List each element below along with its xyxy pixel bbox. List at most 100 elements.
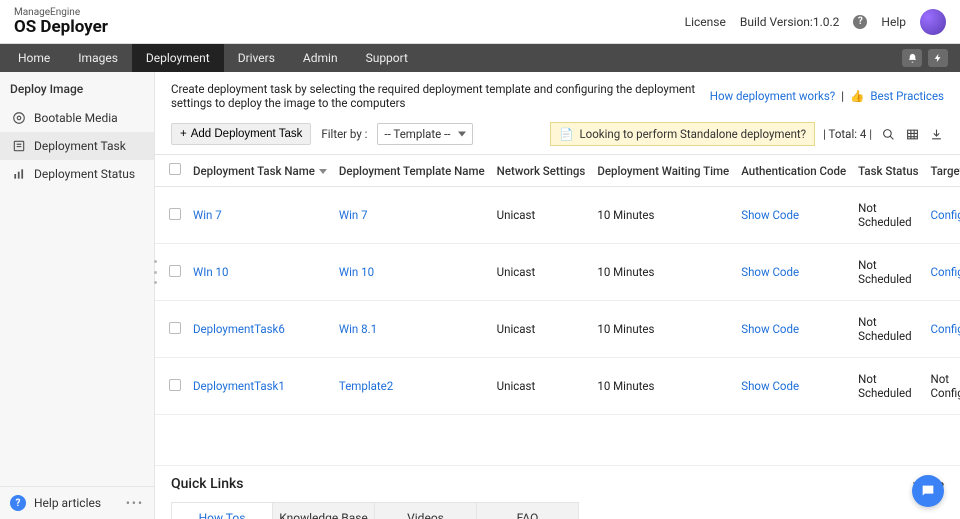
brand: ManageEngine OS Deployer [14, 7, 108, 37]
table-view-icon[interactable] [904, 127, 920, 141]
add-button-label: Add Deployment Task [191, 128, 303, 140]
sidebar-item-deployment-task[interactable]: Deployment Task [0, 132, 154, 160]
template-name-link[interactable]: Template2 [339, 379, 393, 393]
sidebar-heading: Deploy Image [0, 72, 154, 104]
help-icon[interactable]: ? [853, 15, 867, 29]
sidebar: Deploy Image Bootable Media Deployment T… [0, 72, 155, 519]
task-icon [12, 139, 26, 153]
deployment-table: Deployment Task Name Deployment Template… [155, 154, 960, 466]
standalone-text: Looking to perform Standalone deployment… [579, 127, 806, 141]
col-status[interactable]: Task Status [852, 155, 924, 187]
template-name-link[interactable]: Win 10 [339, 265, 374, 279]
show-code-link[interactable]: Show Code [741, 322, 799, 336]
quick-action-icon[interactable] [928, 49, 948, 67]
select-all-checkbox[interactable] [169, 163, 181, 175]
col-network[interactable]: Network Settings [491, 155, 592, 187]
task-name-link[interactable]: DeploymentTask6 [193, 322, 285, 336]
nav-drivers[interactable]: Drivers [224, 44, 289, 72]
table-row: WIn 10Win 10Unicast10 MinutesShow CodeNo… [155, 244, 960, 301]
main-nav: Home Images Deployment Drivers Admin Sup… [0, 44, 960, 72]
nav-deployment[interactable]: Deployment [132, 44, 224, 72]
help-circle-icon: ? [10, 495, 26, 511]
quick-links-tabs: How Tos Knowledge Base Videos FAQ [171, 502, 944, 519]
help-articles-label: Help articles [34, 496, 101, 510]
total-count: | Total: 4 | [823, 127, 872, 141]
disc-icon [12, 111, 26, 125]
network-settings: Unicast [497, 208, 536, 222]
show-code-link[interactable]: Show Code [741, 379, 799, 393]
avatar[interactable] [920, 9, 946, 35]
sidebar-item-label: Deployment Task [34, 139, 126, 153]
add-deployment-task-button[interactable]: + Add Deployment Task [171, 123, 311, 145]
sidebar-bottom: ? Help articles ••• [0, 486, 154, 519]
tab-videos[interactable]: Videos [375, 502, 477, 519]
table-row: Win 7 Win 7 Unicast 10 Minutes Show Code Not … [155, 187, 960, 244]
help-link[interactable]: Help [881, 15, 906, 29]
nav-images[interactable]: Images [64, 44, 132, 72]
col-wait[interactable]: Deployment Waiting Time [591, 155, 735, 187]
table-row: DeploymentTask1Template2Unicast10 Minute… [155, 358, 960, 415]
page-description-row: Create deployment task by selecting the … [155, 72, 960, 118]
top-right: License Build Version:1.0.2 ? Help [685, 9, 946, 35]
tab-knowledge-base[interactable]: Knowledge Base [273, 502, 375, 519]
table-row: DeploymentTask6Win 8.1Unicast10 MinutesS… [155, 301, 960, 358]
show-code-link[interactable]: Show Code [741, 265, 799, 279]
template-name-link[interactable]: Win 8.1 [339, 322, 377, 336]
export-icon[interactable] [928, 127, 944, 141]
nav-left: Home Images Deployment Drivers Admin Sup… [4, 44, 422, 72]
network-settings: Unicast [497, 379, 536, 393]
brand-company: ManageEngine [14, 7, 108, 18]
nav-admin[interactable]: Admin [289, 44, 352, 72]
chat-fab[interactable] [912, 475, 944, 507]
tab-faq[interactable]: FAQ [477, 502, 579, 519]
task-status: Not Scheduled [858, 315, 912, 343]
sidebar-item-deployment-status[interactable]: Deployment Status [0, 160, 154, 188]
nav-support[interactable]: Support [352, 44, 422, 72]
task-name-link[interactable]: DeploymentTask1 [193, 379, 285, 393]
thumbs-up-icon: 👍 [850, 89, 864, 103]
sidebar-item-label: Deployment Status [34, 167, 135, 181]
targets[interactable]: Configured [931, 208, 960, 222]
search-icon[interactable] [880, 127, 896, 141]
waiting-time: 10 Minutes [597, 208, 654, 222]
sidebar-resize-handle[interactable] [151, 260, 159, 284]
main-content: Create deployment task by selecting the … [155, 72, 960, 519]
standalone-deployment-banner[interactable]: 📄 Looking to perform Standalone deployme… [550, 122, 815, 146]
pagination: ‹ 1 - 4 of 4 › 25 › [161, 429, 960, 451]
filter-value: -- Template -- [384, 127, 450, 141]
task-status: Not Scheduled [858, 201, 912, 229]
col-auth[interactable]: Authentication Code [735, 155, 852, 187]
targets[interactable]: Configured [931, 265, 960, 279]
row-checkbox[interactable] [169, 322, 181, 334]
filter-template-select[interactable]: -- Template -- [377, 123, 473, 145]
page-icon: 📄 [559, 127, 573, 141]
col-template-name[interactable]: Deployment Template Name [333, 155, 491, 187]
task-name-link[interactable]: Win 7 [193, 208, 222, 222]
quick-links-section: Quick Links ▾ Hide How Tos Knowledge Bas… [155, 466, 960, 519]
row-checkbox[interactable] [169, 265, 181, 277]
targets[interactable]: Configured [931, 322, 960, 336]
notifications-icon[interactable] [902, 49, 922, 67]
task-name-link[interactable]: WIn 10 [193, 265, 228, 279]
how-deployment-works-link[interactable]: How deployment works? [710, 89, 835, 103]
template-name-link[interactable]: Win 7 [339, 208, 368, 222]
task-status: Not Scheduled [858, 258, 912, 286]
tab-how-tos[interactable]: How Tos [171, 502, 273, 519]
targets: Not Configured [931, 372, 960, 400]
more-options-icon[interactable]: ••• [126, 496, 144, 510]
col-task-name[interactable]: Deployment Task Name [187, 155, 333, 187]
show-code-link[interactable]: Show Code [741, 208, 799, 222]
row-checkbox[interactable] [169, 208, 181, 220]
sidebar-item-bootable-media[interactable]: Bootable Media [0, 104, 154, 132]
license-link[interactable]: License [685, 15, 726, 29]
task-status: Not Scheduled [858, 372, 912, 400]
page-description: Create deployment task by selecting the … [171, 82, 700, 110]
nav-home[interactable]: Home [4, 44, 64, 72]
network-settings: Unicast [497, 322, 536, 336]
toolbar: + Add Deployment Task Filter by : -- Tem… [155, 118, 960, 154]
col-targets[interactable]: Targets [925, 155, 960, 187]
top-header: ManageEngine OS Deployer License Build V… [0, 0, 960, 44]
help-articles-button[interactable]: ? Help articles [10, 495, 101, 511]
row-checkbox[interactable] [169, 379, 181, 391]
best-practices-link[interactable]: Best Practices [870, 89, 944, 103]
